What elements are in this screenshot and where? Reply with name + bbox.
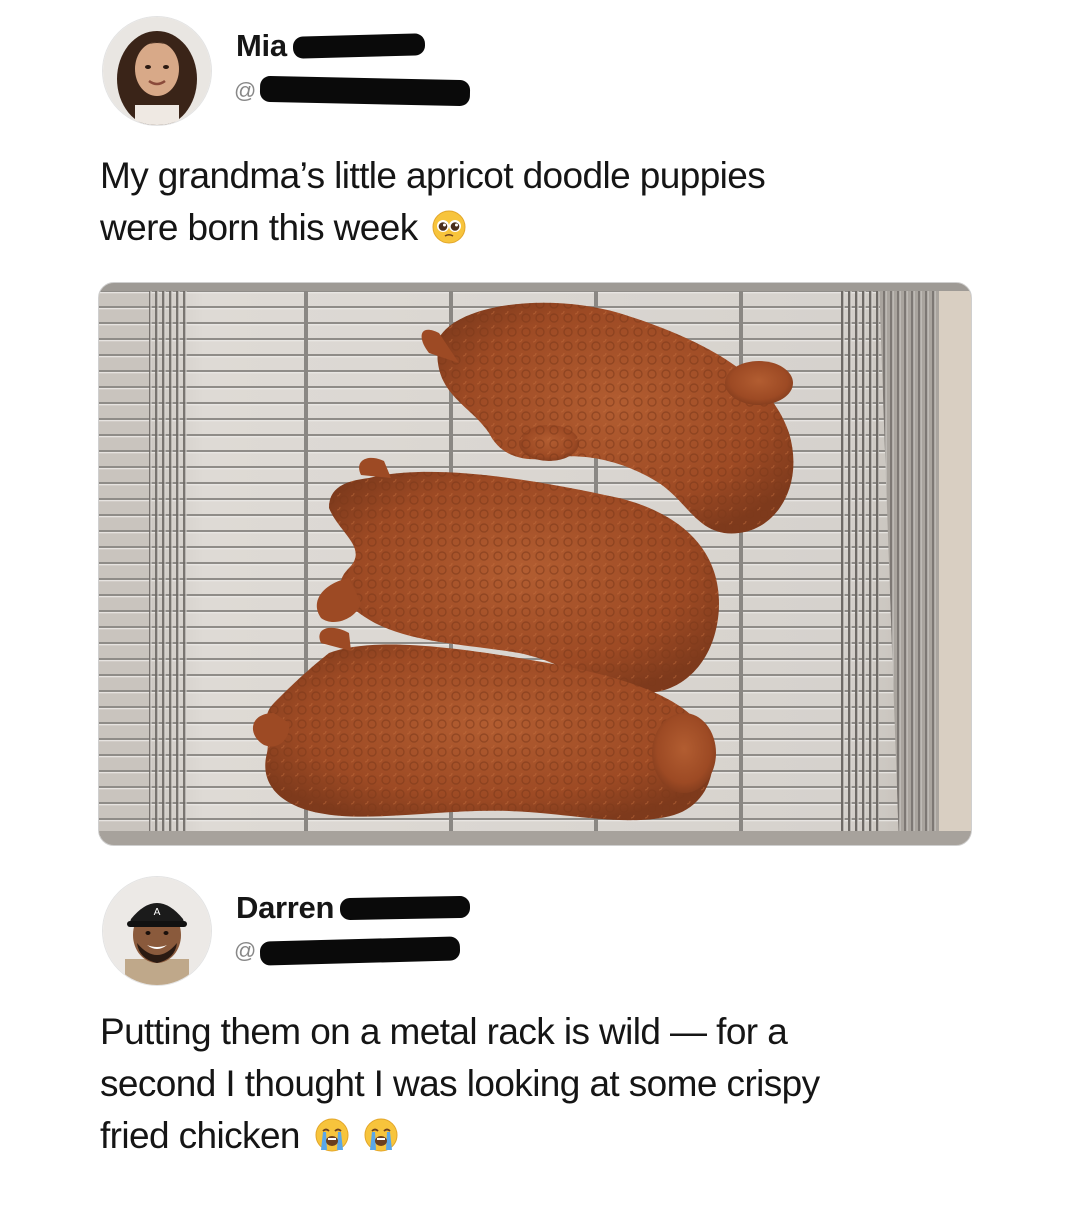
pleading-face-icon — [431, 209, 467, 245]
handle-row-mia: @ — [234, 75, 471, 107]
author-row-mia: Mia — [236, 28, 426, 64]
photo-puppies-on-rack — [99, 283, 971, 845]
avatar-mia-image — [103, 17, 211, 125]
loudly-crying-face-icon — [314, 1117, 350, 1153]
tweet-text-mia-line-2-text: were born this week — [100, 207, 418, 248]
author-name-mia[interactable]: Mia — [236, 28, 287, 64]
tweet-text-mia-line-2: were born this week — [100, 202, 765, 254]
redacted-name-darren — [339, 895, 471, 921]
avatar-darren[interactable]: A — [102, 876, 212, 986]
tweet-text-darren: Putting them on a metal rack is wild — f… — [100, 1006, 1020, 1162]
tweet-text-mia: My grandma’s little apricot doodle puppi… — [100, 150, 766, 254]
tweet-original: Mia @ My grandma’s little apricot doodle… — [0, 0, 1080, 860]
author-row-darren: Darren — [236, 890, 471, 926]
svg-text:A: A — [154, 907, 161, 918]
handle-prefix-darren: @ — [234, 938, 257, 963]
tweet-reply: A Darren @ Putting them on a metal rack … — [0, 860, 1080, 1230]
tweet-text-darren-line-2: second I thought I was looking at some c… — [100, 1063, 820, 1104]
redacted-handle-darren — [260, 936, 461, 966]
tweet-photo[interactable] — [98, 282, 972, 846]
tweet-text-darren-line-3-text: fried chicken — [100, 1115, 301, 1156]
tweet-text-darren-line-3: fried chicken — [100, 1110, 1020, 1162]
redacted-name-mia — [292, 33, 426, 59]
loudly-crying-face-icon — [363, 1117, 399, 1153]
tweet-text-mia-line-1: My grandma’s little apricot doodle puppi… — [100, 155, 766, 196]
avatar-darren-image: A — [103, 877, 211, 985]
avatar-mia[interactable] — [102, 16, 212, 126]
tweet-text-darren-line-1: Putting them on a metal rack is wild — f… — [100, 1011, 788, 1052]
redacted-handle-mia — [260, 75, 471, 107]
handle-prefix-mia: @ — [234, 78, 257, 103]
handle-row-darren: @ — [234, 936, 461, 966]
author-name-darren[interactable]: Darren — [236, 890, 334, 926]
